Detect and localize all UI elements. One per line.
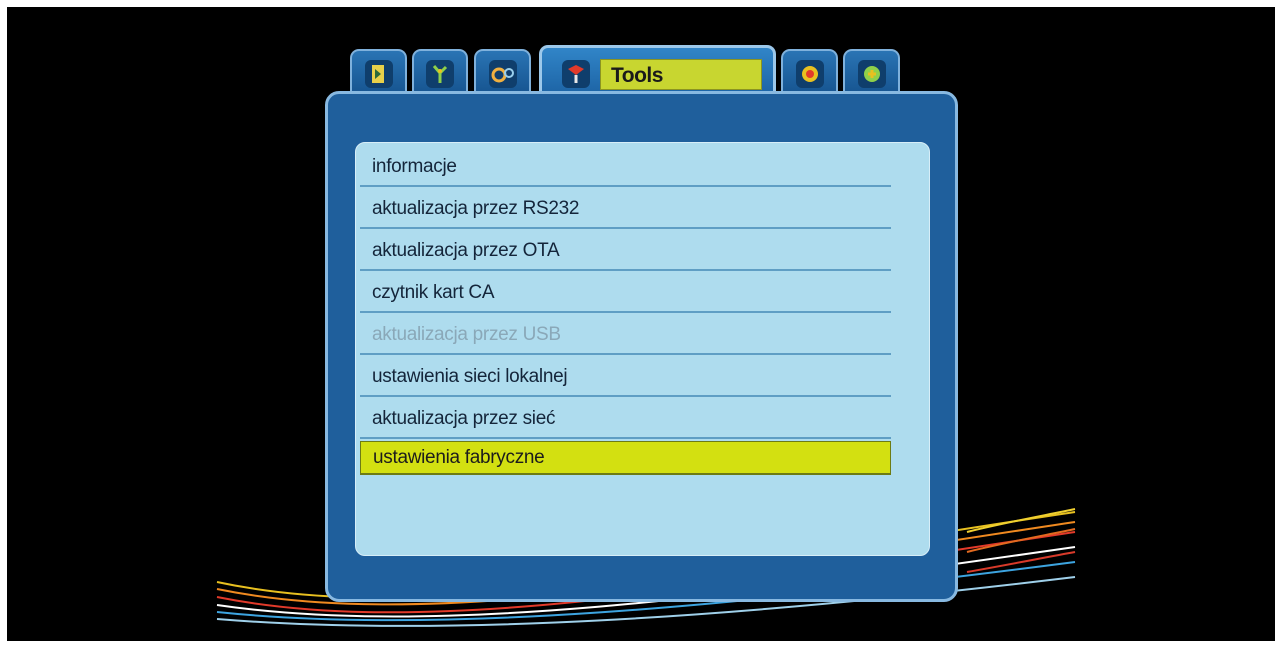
menu-item-factory-settings[interactable]: ustawienia fabryczne — [360, 441, 891, 475]
installation-icon — [364, 60, 393, 88]
menu-item-update-rs232[interactable]: aktualizacja przez RS232 — [360, 189, 891, 229]
menu-item-informacje[interactable]: informacje — [360, 147, 891, 187]
tv-screen: Tools informacje aktualizacja przez RS23… — [7, 7, 1275, 641]
tab-tools-label: Tools — [600, 59, 762, 90]
settings-icon — [488, 60, 517, 88]
menu-item-local-network-settings[interactable]: ustawienia sieci lokalnej — [360, 357, 891, 397]
tools-icon — [562, 60, 590, 88]
tools-menu-window: informacje aktualizacja przez RS232 aktu… — [325, 91, 958, 602]
menu-item-ca-card-reader[interactable]: czytnik kart CA — [360, 273, 891, 313]
menu-item-update-network[interactable]: aktualizacja przez sieć — [360, 399, 891, 439]
tools-menu-list: informacje aktualizacja przez RS232 aktu… — [355, 142, 930, 556]
menu-item-update-usb: aktualizacja przez USB — [360, 315, 891, 355]
media-icon — [857, 60, 886, 88]
games-icon — [795, 60, 824, 88]
channel-icon — [426, 60, 454, 88]
menu-item-update-ota[interactable]: aktualizacja przez OTA — [360, 231, 891, 271]
